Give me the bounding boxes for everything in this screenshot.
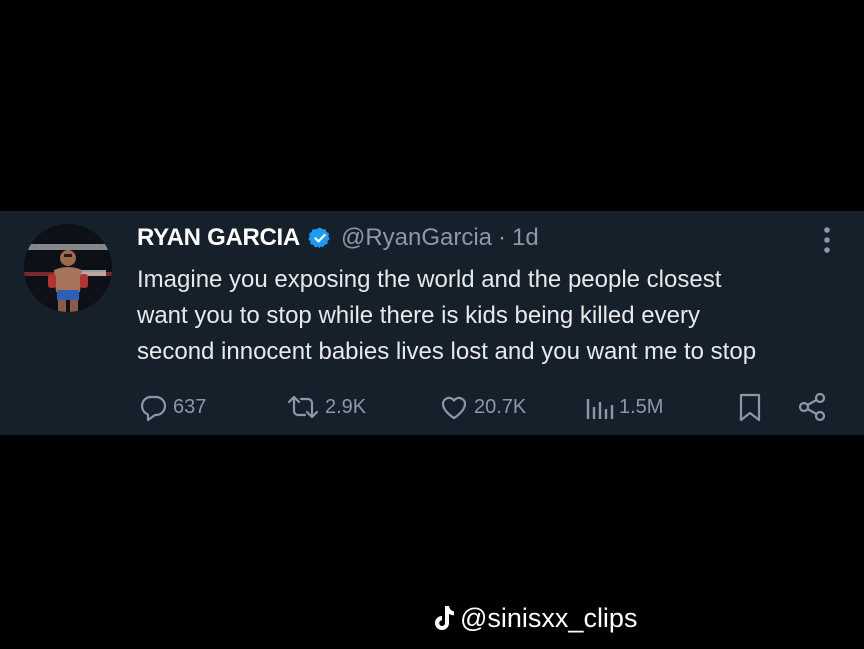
heart-icon bbox=[438, 391, 470, 423]
like-button[interactable]: 20.7K bbox=[438, 390, 526, 424]
author-handle[interactable]: @RyanGarcia bbox=[341, 224, 492, 252]
separator-dot: · bbox=[498, 224, 507, 251]
tweet-header: RYAN GARCIA @RyanGarcia · 1d bbox=[137, 223, 539, 253]
views-icon bbox=[583, 391, 615, 423]
verified-badge-icon bbox=[308, 226, 332, 250]
views-count: 1.5M bbox=[619, 395, 664, 418]
repost-count: 2.9K bbox=[325, 395, 367, 418]
tweet-card[interactable]: RYAN GARCIA @RyanGarcia · 1d Imagine you… bbox=[0, 211, 864, 435]
share-button[interactable] bbox=[796, 390, 828, 424]
tiktok-watermark: @sinisxx_clips bbox=[432, 600, 637, 636]
tweet-text-line: want you to stop while there is kids bei… bbox=[137, 302, 700, 329]
reply-count: 637 bbox=[173, 395, 207, 418]
tweet-text-line: Imagine you exposing the world and the p… bbox=[137, 266, 722, 293]
video-frame: RYAN GARCIA @RyanGarcia · 1d Imagine you… bbox=[0, 0, 864, 649]
like-count: 20.7K bbox=[474, 395, 527, 418]
views-button[interactable]: 1.5M bbox=[583, 390, 663, 424]
bookmark-button[interactable] bbox=[735, 390, 765, 424]
repost-icon bbox=[285, 391, 321, 423]
watermark-handle: @sinisxx_clips bbox=[460, 602, 638, 633]
avatar-photo bbox=[24, 224, 112, 312]
tweet-timestamp[interactable]: 1d bbox=[512, 224, 539, 252]
tweet-text: Imagine you exposing the world and the p… bbox=[137, 262, 852, 370]
tweet-text-line: second innocent babies lives lost and yo… bbox=[137, 338, 757, 365]
reply-button[interactable]: 637 bbox=[137, 390, 206, 424]
reply-icon bbox=[137, 391, 169, 423]
more-vertical-icon[interactable] bbox=[817, 225, 837, 255]
avatar[interactable] bbox=[24, 224, 112, 312]
bookmark-icon bbox=[735, 391, 765, 423]
author-name[interactable]: RYAN GARCIA bbox=[137, 224, 300, 252]
tweet-actions: 637 2.9K 20.7K 1.5M bbox=[0, 390, 864, 424]
share-icon bbox=[796, 391, 828, 423]
tiktok-icon bbox=[432, 604, 456, 632]
repost-button[interactable]: 2.9K bbox=[285, 390, 366, 424]
